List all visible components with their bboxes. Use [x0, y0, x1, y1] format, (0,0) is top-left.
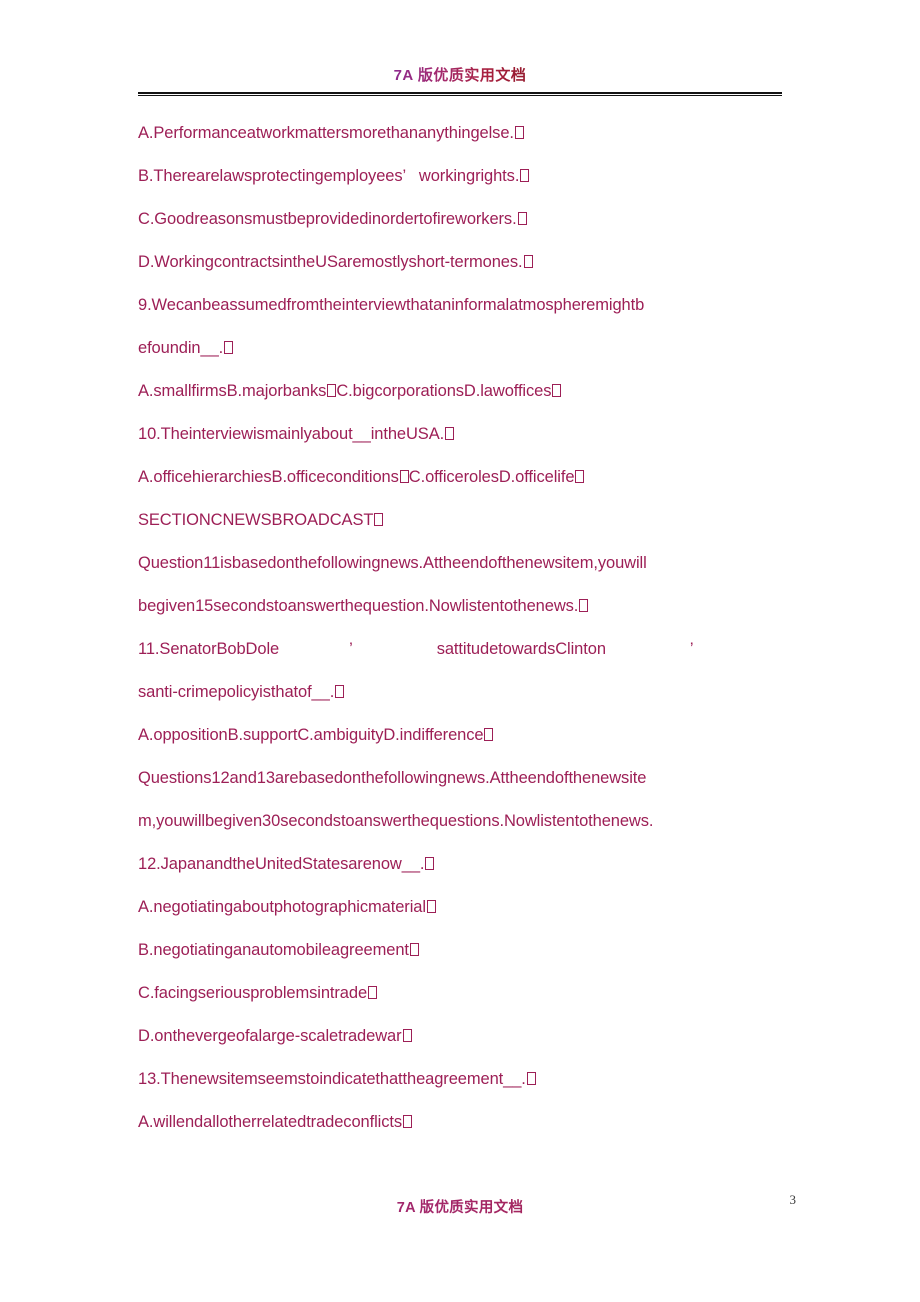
- page-footer: 7A 版优质实用文档 3: [138, 1192, 796, 1220]
- text-line-opt-8b: B.Therearelawsprotectingemployees’ worki…: [138, 155, 798, 198]
- text-line-q9-line1: 9.Wecanbeassumedfromtheinterviewthatanin…: [138, 284, 798, 327]
- line-text: C.bigcorporationsD.lawoffices: [336, 382, 552, 400]
- line-text: efoundin__.: [138, 339, 224, 357]
- text-line-q13: 13.Thenewsitemseemstoindicatethattheagre…: [138, 1058, 798, 1101]
- text-line-q9-line2: efoundin__.: [138, 327, 798, 370]
- missing-glyph-box-icon: [517, 212, 527, 225]
- page-header: 7A 版优质实用文档: [138, 64, 782, 94]
- line-text: 11.SenatorBobDole: [138, 640, 280, 658]
- line-text: 10.Theinterviewismainlyabout__intheUSA.: [138, 425, 445, 443]
- line-text: Questions12and13arebasedonthefollowingne…: [138, 769, 647, 787]
- missing-glyph-box-icon: [575, 470, 585, 483]
- missing-glyph-box-icon: [579, 599, 589, 612]
- missing-glyph-box-icon: [368, 986, 378, 999]
- line-text: ’: [689, 640, 694, 658]
- text-line-opt-11: A.oppositionB.supportC.ambiguityD.indiff…: [138, 714, 798, 757]
- line-text: A.willendallotherrelatedtradeconflicts: [138, 1113, 403, 1131]
- footer-watermark-text: 7A 版优质实用文档: [138, 1196, 782, 1217]
- line-text: 12.JapanandtheUnitedStatesarenow__.: [138, 855, 425, 873]
- text-line-q1213-intro2: m,youwillbegiven30secondstoanswertheques…: [138, 800, 798, 843]
- missing-glyph-box-icon: [484, 728, 494, 741]
- line-text: m,youwillbegiven30secondstoanswertheques…: [138, 812, 654, 830]
- text-line-opt-13a: A.willendallotherrelatedtradeconflicts: [138, 1101, 798, 1144]
- line-text: C.facingseriousproblemsintrade: [138, 984, 368, 1002]
- line-text: 9.Wecanbeassumedfromtheinterviewthatanin…: [138, 296, 645, 314]
- missing-glyph-box-icon: [445, 427, 455, 440]
- header-divider-rule: [138, 92, 782, 96]
- missing-glyph-box-icon: [374, 513, 384, 526]
- text-line-opt-12c: C.facingseriousproblemsintrade: [138, 972, 798, 1015]
- line-text: D.onthevergeofalarge-scaletradewar: [138, 1027, 402, 1045]
- line-text: santi-crimepolicyisthatof__.: [138, 683, 335, 701]
- text-line-q11-line1: 11.SenatorBobDole ’ sattitudetowardsClinto…: [138, 628, 798, 671]
- document-page: 7A 版优质实用文档 A.Performanceatworkmattersmor…: [0, 0, 920, 1302]
- text-line-opt-10: A.officehierarchiesB.officeconditions C.o…: [138, 456, 798, 499]
- missing-glyph-box-icon: [426, 900, 436, 913]
- text-line-q11-line2: santi-crimepolicyisthatof__.: [138, 671, 798, 714]
- missing-glyph-box-icon: [526, 1072, 536, 1085]
- missing-glyph-box-icon: [514, 126, 524, 139]
- line-text: ’: [349, 640, 353, 658]
- line-text: A.officehierarchiesB.officeconditions: [138, 468, 399, 486]
- document-body: A.Performanceatworkmattersmorethananythi…: [138, 112, 798, 1144]
- missing-glyph-box-icon: [425, 857, 435, 870]
- missing-glyph-box-icon: [335, 685, 345, 698]
- missing-glyph-box-icon: [327, 384, 337, 397]
- missing-glyph-box-icon: [520, 169, 530, 182]
- text-line-opt-8c: C.Goodreasonsmustbeprovidedinordertofire…: [138, 198, 798, 241]
- line-text: A.smallfirmsB.majorbanks: [138, 382, 327, 400]
- text-line-opt-12d: D.onthevergeofalarge-scaletradewar: [138, 1015, 798, 1058]
- missing-glyph-box-icon: [399, 470, 409, 483]
- line-text: begiven15secondstoanswerthequestion.Nowl…: [138, 597, 579, 615]
- text-line-q11-intro2: begiven15secondstoanswerthequestion.Nowl…: [138, 585, 798, 628]
- line-text: A.oppositionB.supportC.ambiguityD.indiff…: [138, 726, 484, 744]
- text-line-q1213-intro1: Questions12and13arebasedonthefollowingne…: [138, 757, 798, 800]
- missing-glyph-box-icon: [409, 943, 419, 956]
- line-text: C.Goodreasonsmustbeprovidedinordertofire…: [138, 210, 517, 228]
- line-text: B.Therearelawsprotectingemployees’ worki…: [138, 167, 520, 185]
- line-text: A.Performanceatworkmattersmorethananythi…: [138, 124, 514, 142]
- page-number: 3: [789, 1192, 797, 1207]
- line-text: B.negotiatinganautomobileagreement: [138, 941, 409, 959]
- missing-glyph-box-icon: [523, 255, 533, 268]
- line-text: Question11isbasedonthefollowingnews.Atth…: [138, 554, 647, 572]
- text-line-opt-12b: B.negotiatinganautomobileagreement: [138, 929, 798, 972]
- text-line-opt-12a: A.negotiatingaboutphotographicmaterial: [138, 886, 798, 929]
- text-line-q10: 10.Theinterviewismainlyabout__intheUSA.: [138, 413, 798, 456]
- line-text: 13.Thenewsitemseemstoindicatethattheagre…: [138, 1070, 526, 1088]
- missing-glyph-box-icon: [403, 1115, 413, 1128]
- text-line-opt-9: A.smallfirmsB.majorbanks C.bigcorporation…: [138, 370, 798, 413]
- text-line-q11-intro1: Question11isbasedonthefollowingnews.Atth…: [138, 542, 798, 585]
- missing-glyph-box-icon: [552, 384, 562, 397]
- line-text: SECTIONCNEWSBROADCAST: [138, 511, 374, 529]
- line-text: A.negotiatingaboutphotographicmaterial: [138, 898, 426, 916]
- text-line-section-c: SECTIONCNEWSBROADCAST: [138, 499, 798, 542]
- line-text: D.WorkingcontractsintheUSaremostlyshort-…: [138, 253, 523, 271]
- header-watermark-text: 7A 版优质实用文档: [394, 64, 527, 85]
- line-text: sattitudetowardsClinton: [436, 640, 606, 658]
- missing-glyph-box-icon: [224, 341, 234, 354]
- line-text: C.officerolesD.officelife: [408, 468, 575, 486]
- missing-glyph-box-icon: [402, 1029, 412, 1042]
- text-line-opt-8d: D.WorkingcontractsintheUSaremostlyshort-…: [138, 241, 798, 284]
- text-line-opt-8a: A.Performanceatworkmattersmorethananythi…: [138, 112, 798, 155]
- text-line-q12: 12.JapanandtheUnitedStatesarenow__.: [138, 843, 798, 886]
